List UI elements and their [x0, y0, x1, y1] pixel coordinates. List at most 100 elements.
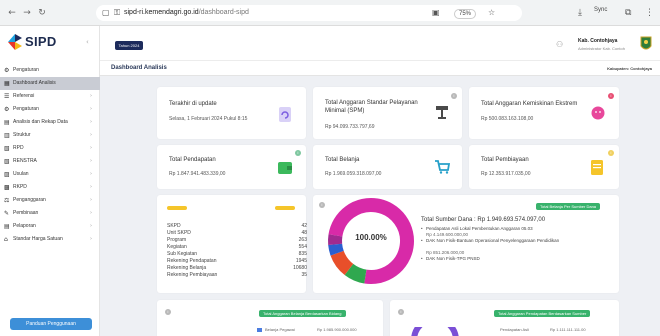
sidebar-item[interactable]: ☰ Referensi ›: [0, 90, 100, 103]
profile-button[interactable]: Sync: [594, 7, 607, 13]
extensions-icon[interactable]: ⧉: [625, 8, 631, 18]
stat-row: Sub Kegiatan 835: [167, 251, 307, 258]
guide-button[interactable]: Panduan Penggunaan: [10, 318, 92, 330]
stat-row: Rekening Pembiayaan 35: [167, 272, 307, 279]
stat-row: Kegiatan 554: [167, 244, 307, 251]
file-update-icon: [279, 107, 291, 122]
sidebar-item[interactable]: ▤ Pelaporan ›: [0, 220, 100, 233]
forward-icon[interactable]: →: [22, 8, 32, 18]
chart-tag[interactable]: Total Belanja Per Sumber Dana: [536, 203, 601, 210]
card-kemiskinan: Total Anggaran Kemiskinan Ekstrem Rp 500…: [469, 87, 619, 139]
download-icon[interactable]: ⤓: [578, 8, 582, 18]
sidebar-item[interactable]: ⚙ Pengaturan ›: [0, 103, 100, 116]
user-menu-icon[interactable]: ⚇: [556, 40, 563, 49]
chart-tag[interactable]: Total Anggaran Belanja Berdasarkan Bidan…: [259, 310, 346, 317]
detail-name: • DAK Non Fisik-Bantuan Operasional Penye…: [421, 238, 560, 243]
chevron-right-icon: ›: [90, 158, 92, 164]
gear-icon: ⚙: [4, 106, 10, 113]
legend-swatch: [257, 328, 262, 332]
stat-value: 10680: [293, 265, 307, 271]
chart-tag[interactable]: Total Anggaran Pendapatan Berdasarkan Su…: [494, 310, 591, 317]
tag-icon: ⌂: [4, 236, 8, 243]
address-bar[interactable]: ▢ ⚿ sipd-ri.kemendagri.go.id/dashboard-s…: [96, 5, 522, 21]
scale-icon: [436, 106, 448, 119]
sidebar-item[interactable]: ⚖ Penganggaran ›: [0, 194, 100, 207]
sidebar-item[interactable]: ▨ Usulan ›: [0, 168, 100, 181]
card-last-update: Terakhir di update Selasa, 1 Februari 20…: [157, 87, 306, 139]
stat-label: Rekening Pendapatan: [167, 258, 217, 264]
inbox-icon: ▨: [4, 171, 10, 178]
stat-label: Unit SKPD: [167, 230, 191, 236]
user-name[interactable]: Kab. Contohjaya: [578, 38, 617, 44]
legend-value: Rp 1.985.900.000.000: [317, 327, 357, 332]
stat-label: Rekening Belanja: [167, 265, 207, 271]
stat-value: 835: [298, 251, 307, 257]
page-title: Dashboard Analisis: [111, 65, 167, 71]
url-text[interactable]: sipd-ri.kemendagri.go.id/dashboard-sipd: [124, 9, 249, 16]
legend-value: Rp 1.111.111.111.00: [550, 327, 586, 332]
stat-row: SKPD 42: [167, 223, 307, 230]
menu-dots-icon[interactable]: ⋮: [645, 8, 654, 18]
card-title: Total Pembiayaan: [481, 157, 529, 163]
sidebar: SIPD ‹ ⚙ Pengaturan ▦ Dashboard Analisis ☰ Re…: [0, 26, 100, 336]
donut-slice[interactable]: [344, 263, 367, 284]
info-icon[interactable]: i: [165, 309, 171, 315]
sidebar-item[interactable]: ▧ RPD ›: [0, 142, 100, 155]
stat-row: Rekening Pendapatan 1945: [167, 258, 307, 265]
sliders-icon: ⚙: [4, 67, 10, 74]
chevron-right-icon: ›: [90, 93, 92, 99]
translate-icon[interactable]: ▣: [432, 8, 440, 17]
url-host: sipd-ri.kemendagri.go.id: [124, 9, 199, 16]
detail-name: • Pendapatan Asli Lokal Pembentukan Angga…: [421, 226, 533, 231]
sidebar-item[interactable]: ✎ Pembinaan ›: [0, 207, 100, 220]
card-pendapatan: Total Pendapatan Rp 1.847.941.483.339,00…: [157, 145, 306, 189]
sidebar-item[interactable]: ⚙ Pengaturan: [0, 64, 100, 77]
report-icon: ▤: [4, 223, 10, 230]
zoom-level[interactable]: 75%: [454, 9, 477, 19]
detail-name: • DAK Non Fisik-TPG PNSD: [421, 256, 480, 261]
card-title: Total Anggaran Kemiskinan Ekstrem: [481, 101, 578, 107]
card-belanja: Total Belanja Rp 1.969.059.318.097,00: [313, 145, 462, 189]
stats-list: SKPD 42 Unit SKPD 48 Program 263 Kegiatan 554 Su…: [167, 223, 307, 279]
reload-icon[interactable]: ↻: [37, 8, 47, 18]
donut-slice[interactable]: [328, 243, 344, 256]
sidebar-item[interactable]: ▤ Analisis dan Rekap Data ›: [0, 116, 100, 129]
legend-label: Pendapatan Asli: [500, 327, 529, 332]
sidebar-item-label: Struktur: [13, 132, 31, 138]
card-title: Total Belanja: [325, 157, 360, 163]
info-icon[interactable]: i: [398, 309, 404, 315]
year-selector[interactable]: Tahun 2024: [115, 41, 143, 50]
sidebar-collapse-icon[interactable]: ‹: [86, 38, 89, 46]
chevron-right-icon: ›: [90, 184, 92, 190]
stat-row: Unit SKPD 48: [167, 230, 307, 237]
stat-label: SKPD: [167, 223, 181, 229]
info-icon[interactable]: i: [451, 93, 457, 99]
site-info-icon[interactable]: ▢: [102, 8, 110, 17]
card-value: Rp 94.099.733.797,69: [325, 124, 375, 130]
sidebar-item-label: Dashboard Analisis: [13, 80, 56, 86]
page-header: Dashboard Analisis Kabupaten: Contohjaya: [100, 60, 660, 76]
info-icon[interactable]: i: [608, 93, 614, 99]
sidebar-item[interactable]: ▧ RENSTRA ›: [0, 155, 100, 168]
chevron-right-icon: ›: [90, 132, 92, 138]
book-icon: ▩: [4, 184, 10, 191]
info-icon[interactable]: i: [608, 150, 614, 156]
bookmark-star-icon[interactable]: ☆: [488, 8, 495, 17]
sidebar-menu: ⚙ Pengaturan ▦ Dashboard Analisis ☰ Referensi…: [0, 64, 100, 246]
sidebar-item[interactable]: ▦ Dashboard Analisis: [0, 77, 100, 90]
sidebar-item[interactable]: ▥ Struktur ›: [0, 129, 100, 142]
sidebar-item-label: RENSTRA: [13, 158, 37, 164]
doc-icon: ▧: [4, 145, 10, 152]
lock-icon[interactable]: ⚿: [114, 8, 120, 18]
info-icon[interactable]: i: [295, 150, 301, 156]
budget-icon: ⚖: [4, 197, 10, 204]
document-icon: [591, 160, 603, 175]
card-title: Total Anggaran Standar Pelayanan Minimal…: [325, 100, 418, 114]
stat-label: Program: [167, 237, 187, 243]
legend-chip: [275, 206, 295, 210]
sidebar-item[interactable]: ▩ RKPD ›: [0, 181, 100, 194]
sidebar-item[interactable]: ⌂ Standar Harga Satuan ›: [0, 233, 100, 246]
back-icon[interactable]: ←: [7, 8, 17, 18]
donut-slice[interactable]: [330, 250, 354, 275]
face-icon: [591, 106, 605, 120]
